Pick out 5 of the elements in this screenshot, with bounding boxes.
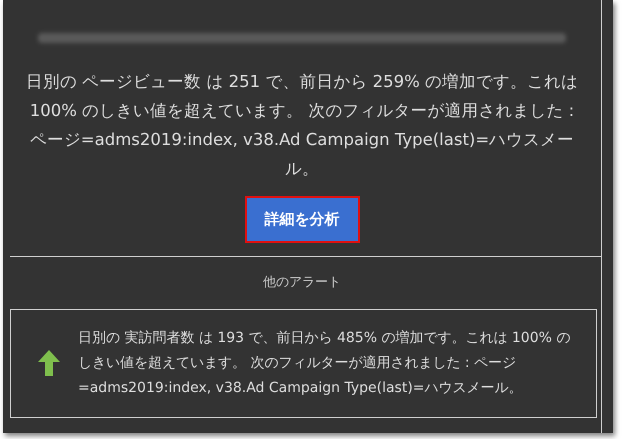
other-alerts-heading: 他のアラート [262, 274, 342, 292]
other-alert-message: 日別の 実訪問者数 は 193 で、前日から 485% の増加です。これは 100% のしきい値を超えています。 次のフィルターが適用されました : ページ=adms2019:index, v38.Ad Campaign Type(last)=ハウスメール。 [78, 328, 572, 398]
alert-message: 日別の ページビュー数 は 251 で、前日から 259% の増加です。これは 100% のしきい値を超えています。 次のフィルターが適用されました : ページ=adms2019:index, v38.Ad Campaign Type(last)=ハウスメール。 [24, 71, 580, 180]
analyze-details-button[interactable]: 詳細を分析 [244, 196, 360, 243]
up-arrow-icon [38, 350, 60, 376]
